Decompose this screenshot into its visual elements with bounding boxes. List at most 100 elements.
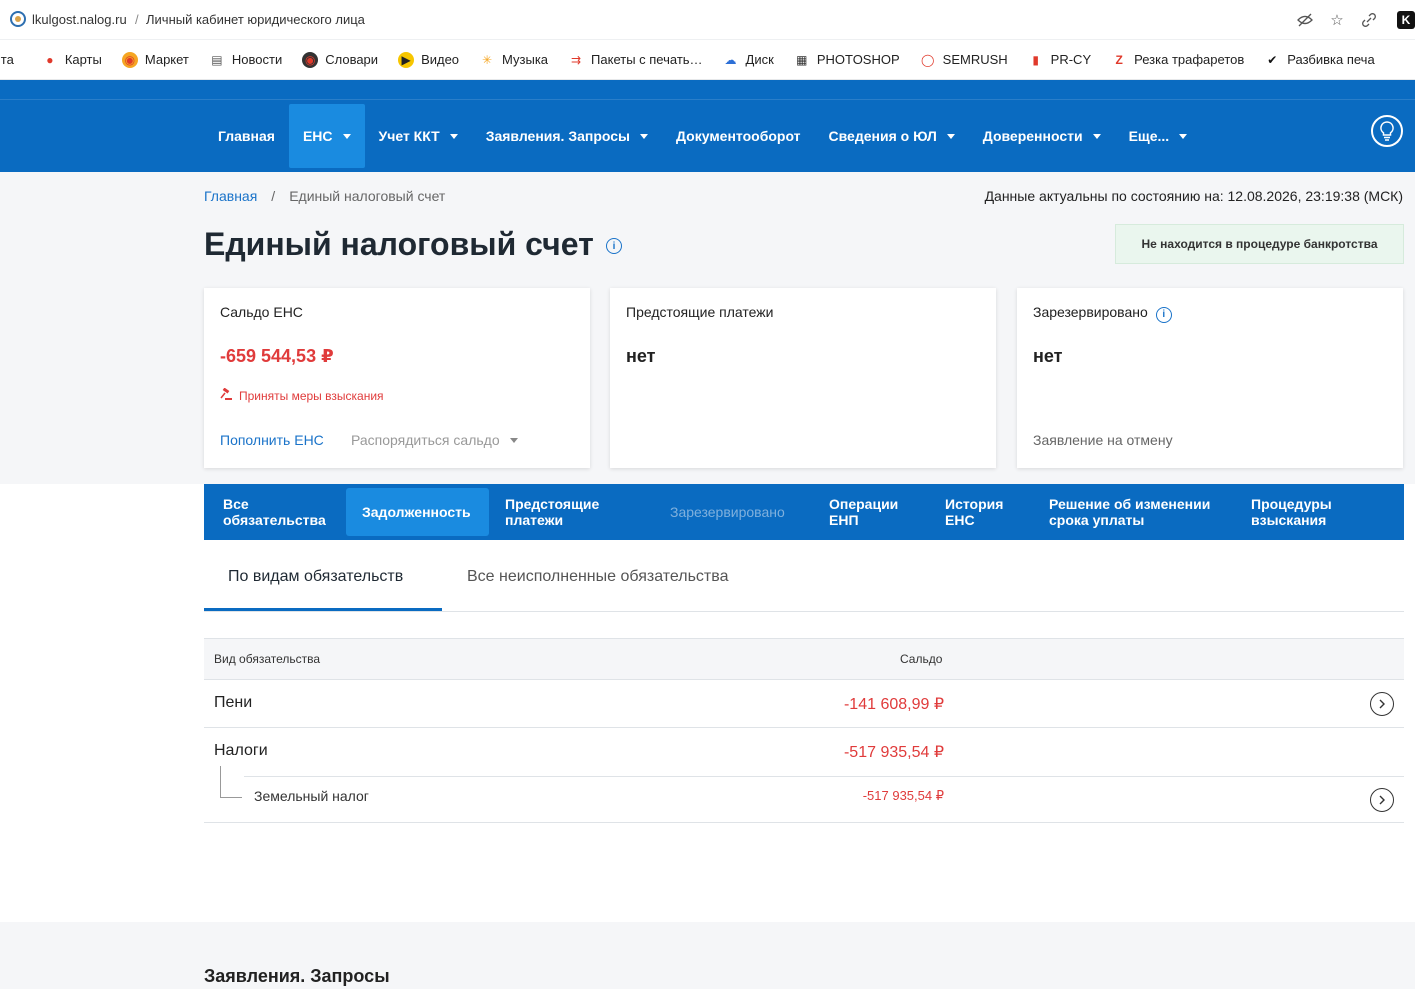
address-domain[interactable]: lkulgost.nalog.ru — [32, 12, 127, 27]
bookmark-label: Видео — [421, 52, 460, 67]
bankruptcy-status-badge: Не находится в процедуре банкротства — [1115, 224, 1404, 264]
bookmark-prcy[interactable]: ▮ PR-CY — [1028, 52, 1091, 68]
nav-item-label: Учет ККТ — [378, 128, 440, 144]
nav-item-home[interactable]: Главная — [204, 104, 289, 168]
tab-upcoming-payments[interactable]: Предстоящие платежи — [489, 488, 629, 536]
bookmark-semrush[interactable]: ◯ SEMRUSH — [920, 52, 1008, 68]
hide-icon[interactable] — [1293, 8, 1317, 32]
bookmark-packages[interactable]: ⇉ Пакеты с печать… — [568, 52, 703, 68]
bookmark-disk[interactable]: ☁ Диск — [723, 52, 774, 68]
upcoming-card-title: Предстоящие платежи — [626, 304, 774, 320]
nav-item-label: Доверенности — [982, 128, 1083, 144]
table-row: Налоги -517 935,54 ₽ — [204, 728, 1404, 776]
info-icon[interactable]: i — [1155, 306, 1172, 323]
chevron-right-icon[interactable] — [1370, 692, 1394, 716]
upcoming-value: нет — [626, 346, 656, 366]
nav-item-company-info[interactable]: Сведения о ЮЛ — [815, 104, 969, 168]
nav-items: Главная ЕНС Учет ККТ Заявления. Запросы … — [204, 104, 1201, 168]
tab-payment-term-decision[interactable]: Решение об изменении срока уплаты — [1033, 488, 1233, 536]
tab-collection-procedures[interactable]: Процедуры взыскания — [1235, 488, 1375, 536]
video-icon: ▶ — [398, 51, 415, 68]
page-tab-title[interactable]: Личный кабинет юридического лица — [146, 12, 365, 27]
row-name: Налоги — [214, 742, 268, 759]
saldo-card: Сальдо ЕНС -659 544,53 ₽ Приняты меры вз… — [204, 288, 590, 468]
bookmark-label: Резка трафаретов — [1134, 52, 1245, 67]
row-value: -141 608,99 ₽ — [843, 696, 944, 713]
manage-saldo-dropdown[interactable]: Распорядиться сальдо — [351, 432, 518, 448]
row-name: Пени — [214, 694, 253, 711]
cancel-reservation-link[interactable]: Заявление на отмену — [1033, 432, 1173, 448]
disk-icon: ☁ — [724, 52, 737, 67]
chevron-down-icon — [449, 133, 458, 139]
saldo-value: -659 544,53 ₽ — [220, 346, 334, 366]
bookmark-photoshop[interactable]: ▦ PHOTOSHOP — [794, 52, 900, 68]
browser-address-bar: lkulgost.nalog.ru / Личный кабинет юриди… — [0, 0, 1415, 40]
subtab-by-kind[interactable]: По видам обязательств — [228, 568, 403, 586]
bookmark-label: чта — [0, 52, 14, 67]
subtab-all-unfulfilled[interactable]: Все неисполненные обязательства — [467, 568, 728, 586]
table-header: Вид обязательства Сальдо — [204, 638, 1404, 680]
nav-top-strip — [0, 80, 1415, 100]
semrush-icon: ◯ — [920, 52, 935, 67]
stencil-icon: Z — [1115, 52, 1123, 67]
nav-item-ens[interactable]: ЕНС — [288, 104, 365, 168]
nav-item-requests[interactable]: Заявления. Запросы — [472, 104, 662, 168]
chevron-down-icon — [1092, 133, 1101, 139]
tab-ens-history[interactable]: История ЕНС — [929, 488, 1029, 536]
nav-item-docflow[interactable]: Документооборот — [662, 104, 815, 168]
nav-item-label: Заявления. Запросы — [485, 128, 631, 144]
subrow-divider — [244, 776, 1404, 777]
address-separator: / — [135, 12, 139, 27]
tab-debt[interactable]: Задолженность — [346, 488, 489, 536]
nav-item-more[interactable]: Еще... — [1115, 104, 1202, 168]
breadcrumb-home-link[interactable]: Главная — [204, 188, 257, 204]
bookmark-market[interactable]: ◉ Маркет — [121, 51, 189, 68]
bookmark-music[interactable]: ✳ Музыка — [479, 52, 548, 68]
bookmark-maps[interactable]: ● Карты — [42, 52, 102, 68]
page-title: Единый налоговый счет — [204, 226, 594, 262]
chevron-down-icon — [640, 133, 649, 139]
bookmark-dictionaries[interactable]: ◉ Словари — [302, 51, 378, 68]
news-icon: ▤ — [211, 52, 223, 67]
obligation-subtabs: По видам обязательств Все неисполненные … — [204, 556, 1404, 612]
tab-all-obligations[interactable]: Все обязательства — [207, 488, 347, 536]
package-icon: ⇉ — [571, 52, 582, 67]
tab-reserved[interactable]: Зарезервировано — [654, 488, 814, 536]
subrow-name: Земельный налог — [254, 788, 369, 804]
saldo-card-title: Сальдо ЕНС — [220, 304, 303, 320]
data-actuality-status: Данные актуальны по состоянию на: 12.08.… — [984, 188, 1403, 204]
nav-item-label: Главная — [218, 128, 275, 144]
extension-k-icon[interactable]: K — [1397, 11, 1415, 29]
table-row[interactable]: Пени -141 608,99 ₽ — [204, 680, 1404, 728]
chevron-right-icon[interactable] — [1370, 788, 1394, 812]
bookmark-mail[interactable]: чта — [0, 52, 14, 67]
bookmark-video[interactable]: ▶ Видео — [398, 51, 460, 68]
nav-item-kkt[interactable]: Учет ККТ — [365, 104, 472, 168]
reserved-card: Зарезервировано i нет Заявление на отмену — [1017, 288, 1403, 468]
bookmark-stencil[interactable]: Z Резка трафаретов — [1111, 52, 1244, 68]
bookmarks-bar: чта ● Карты ◉ Маркет ▤ Новости ◉ Словари ▶ Ви… — [0, 40, 1415, 80]
info-icon[interactable]: i — [606, 238, 622, 254]
topup-ens-link[interactable]: Пополнить ЕНС — [220, 432, 324, 448]
column-header-kind: Вид обязательства — [214, 652, 321, 666]
table-subrow[interactable]: Земельный налог -517 935,54 ₽ — [204, 766, 1404, 823]
site-favicon-icon — [10, 11, 26, 27]
bookmark-news[interactable]: ▤ Новости — [209, 52, 282, 68]
bookmark-label: Пакеты с печать… — [591, 52, 703, 67]
dictionary-icon: ◉ — [302, 51, 319, 68]
collection-warning: Приняты меры взыскания — [220, 387, 384, 404]
bookmark-print-split[interactable]: ✔ Разбивка печа — [1264, 52, 1374, 68]
market-icon: ◉ — [121, 51, 138, 68]
nav-item-label: Еще... — [1128, 128, 1170, 144]
lightbulb-icon[interactable] — [1371, 115, 1403, 147]
bookmark-label: Музыка — [502, 52, 549, 67]
breadcrumb: Главная / Единый налоговый счет — [204, 188, 445, 204]
share-link-icon[interactable] — [1357, 8, 1381, 32]
tab-enp-operations[interactable]: Операции ЕНП — [813, 488, 923, 536]
music-icon: ✳ — [482, 52, 493, 67]
nav-item-powers-of-attorney[interactable]: Доверенности — [969, 104, 1115, 168]
bookmark-star-icon[interactable]: ☆ — [1325, 8, 1349, 32]
bookmark-label: PHOTOSHOP — [816, 52, 900, 67]
address-bar-actions: ☆ K — [1293, 8, 1415, 32]
ens-tabs: Все обязательства Задолженность Предстоя… — [204, 484, 1404, 540]
